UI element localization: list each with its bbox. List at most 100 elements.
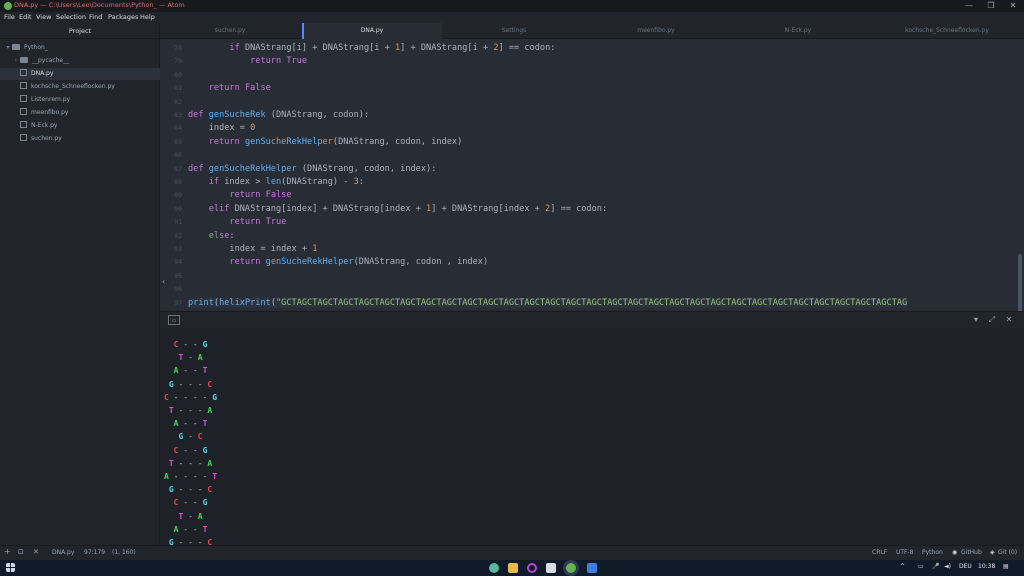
window-title: DNA.py — C:\Users\Leo\Documents\Python_ … — [14, 1, 185, 9]
microphone-icon[interactable]: 🎤 — [932, 563, 939, 570]
chevron-down-icon: ▾ — [6, 44, 10, 51]
status-file-name[interactable]: DNA.py — [52, 549, 74, 556]
menu-edit[interactable]: Edit — [19, 13, 32, 21]
line-number: 96 — [174, 285, 182, 294]
status-grammar[interactable]: Python — [922, 549, 943, 556]
code-line[interactable]: def genSucheRek (DNAStrang, codon): — [188, 110, 369, 120]
helix-pair-row: G - C — [178, 432, 203, 442]
editor-scrollbar[interactable] — [1018, 254, 1022, 314]
tree-item-listenrem[interactable]: Listenrem.py — [0, 94, 160, 106]
maximize-panel-icon[interactable]: ⤢ — [986, 315, 998, 325]
tree-item-neck[interactable]: N-Eck.py — [0, 120, 160, 132]
windows-start-icon[interactable] — [6, 563, 15, 572]
terminal-icon[interactable]: ⊡ — [18, 548, 24, 556]
code-line[interactable]: def genSucheRekHelper (DNAStrang, codon,… — [188, 164, 436, 174]
helix-pair-row: A - - T — [173, 524, 208, 534]
code-line[interactable]: return False — [188, 190, 291, 200]
menu-selection[interactable]: Selection — [56, 13, 86, 21]
helix-pair-row: G - - - C — [168, 379, 213, 389]
tab-kochsche[interactable]: kochsche_Schneeflocken.py — [870, 23, 1024, 39]
tab-neck[interactable]: N-Eck.py — [728, 23, 868, 39]
status-github[interactable]: GitHub — [961, 549, 982, 556]
tree-item-suchen[interactable]: suchen.py — [0, 133, 160, 145]
status-line-ending[interactable]: CRLF — [872, 549, 887, 556]
line-number: 80 — [174, 70, 182, 79]
helix-pair-row: A - - T — [173, 366, 208, 376]
line-number: 91 — [174, 218, 182, 227]
tree-item-kochsche[interactable]: kochsche_Schneeflocken.py — [0, 81, 160, 93]
maximize-button[interactable]: ❐ — [980, 0, 1002, 12]
menu-file[interactable]: File — [4, 13, 15, 21]
terminal-icon[interactable]: ▭ — [168, 315, 180, 325]
app-circle-icon[interactable] — [489, 563, 499, 573]
status-git[interactable]: Git (0) — [998, 549, 1017, 556]
tree-item-pycache[interactable]: › __pycache__ — [0, 55, 160, 67]
close-button[interactable]: ✕ — [1002, 0, 1024, 12]
code-line[interactable]: print(helixPrint("GCTAGCTAGCTAGCTAGCTAGC… — [188, 297, 908, 308]
code-line[interactable]: elif DNAStrang[index] + DNAStrang[index … — [188, 204, 607, 214]
tree-item-label: meenfibo.py — [31, 109, 69, 116]
tab-suchen[interactable]: suchen.py — [160, 23, 300, 39]
helix-pair-row: C - - G — [173, 340, 208, 349]
notifications-icon[interactable]: ▤ — [1003, 563, 1009, 570]
helix-pair-row: T - - - A — [168, 406, 213, 415]
line-number: 87 — [174, 164, 182, 173]
tray-chevron-icon[interactable]: ^ — [900, 563, 905, 570]
add-icon[interactable]: + — [4, 547, 11, 556]
status-encoding[interactable]: UTF-8 — [896, 549, 914, 556]
atom-app-icon — [4, 2, 12, 10]
code-line[interactable]: return False — [188, 83, 271, 93]
clock-time[interactable]: 10:38 — [978, 563, 995, 570]
close-panel-icon[interactable]: ✕ — [1003, 315, 1015, 325]
file-icon — [20, 82, 27, 89]
menu-packages[interactable]: Packages — [108, 13, 138, 21]
minimize-button[interactable]: — — [958, 0, 980, 12]
tab-meenfibo[interactable]: meenfibo.py — [586, 23, 726, 39]
close-icon[interactable]: ✕ — [33, 548, 39, 556]
mail-icon[interactable] — [587, 563, 597, 573]
code-line[interactable]: index = index + 1 — [188, 244, 317, 254]
code-line[interactable]: if index > len(DNAStrang) - 3: — [188, 177, 364, 187]
tree-item-label: suchen.py — [31, 135, 62, 142]
code-line[interactable]: return genSucheRekHelper(DNAStrang, codo… — [188, 137, 463, 147]
status-cursor-position[interactable]: 97:179 — [84, 549, 105, 556]
status-bar: + ⊡ ✕ DNA.py 97:179 (1, 160) CRLF UTF-8 … — [0, 545, 1024, 560]
file-explorer-icon[interactable] — [508, 563, 518, 573]
fold-arrow-icon[interactable]: ‹ — [162, 277, 165, 286]
line-number: 79 — [174, 57, 182, 66]
menu-help[interactable]: Help — [140, 13, 155, 21]
tab-bar: suchen.py DNA.py Settings meenfibo.py N-… — [160, 23, 1024, 39]
browser-icon[interactable] — [527, 563, 537, 573]
tree-item-dna[interactable]: DNA.py — [0, 68, 160, 80]
title-bar: DNA.py — C:\Users\Leo\Documents\Python_ … — [0, 0, 1024, 12]
code-line[interactable]: return True — [188, 217, 286, 227]
menu-find[interactable]: Find — [89, 13, 102, 21]
volume-icon[interactable]: ◄) — [944, 563, 951, 570]
helix-pair-row: T - - - A — [168, 458, 213, 468]
menu-view[interactable]: View — [36, 13, 51, 21]
tree-root-label: Python_ — [24, 44, 48, 51]
network-icon[interactable]: ▭ — [918, 563, 924, 570]
line-number: 81 — [174, 84, 182, 93]
code-line[interactable]: return genSucheRekHelper(DNAStrang, codo… — [188, 257, 488, 267]
helix-pair-row: C - - G — [173, 498, 208, 508]
code-line[interactable]: if DNAStrang[i] + DNAStrang[i + 1] + DNA… — [188, 43, 555, 53]
atom-taskbar-icon[interactable] — [566, 563, 576, 573]
tab-settings[interactable]: Settings — [444, 23, 584, 39]
helix-pair-row: G - - - C — [168, 485, 213, 495]
helix-pair-row: A - - T — [173, 419, 208, 429]
code-line[interactable]: return True — [188, 56, 307, 66]
keyboard-language[interactable]: DEU — [959, 563, 972, 570]
code-line[interactable]: index = 0 — [188, 123, 256, 133]
code-line[interactable]: else: — [188, 231, 235, 241]
tree-root-folder[interactable]: ▾ Python_ — [0, 42, 160, 54]
git-icon: ◈ — [990, 549, 995, 556]
tree-item-meenfibo[interactable]: meenfibo.py — [0, 107, 160, 119]
helix-pair-row: C - - G — [173, 445, 208, 455]
app-window-icon[interactable] — [546, 563, 556, 573]
line-number: 93 — [174, 245, 182, 253]
tab-dna[interactable]: DNA.py — [302, 23, 442, 39]
line-number: 82 — [174, 97, 182, 106]
code-editor[interactable]: 78 79 80 81 82 83 84 85 86 87 88 89 90 91 92 93 94 95 96 97… — [160, 39, 1024, 314]
minimize-panel-icon[interactable]: ▾ — [970, 315, 982, 325]
